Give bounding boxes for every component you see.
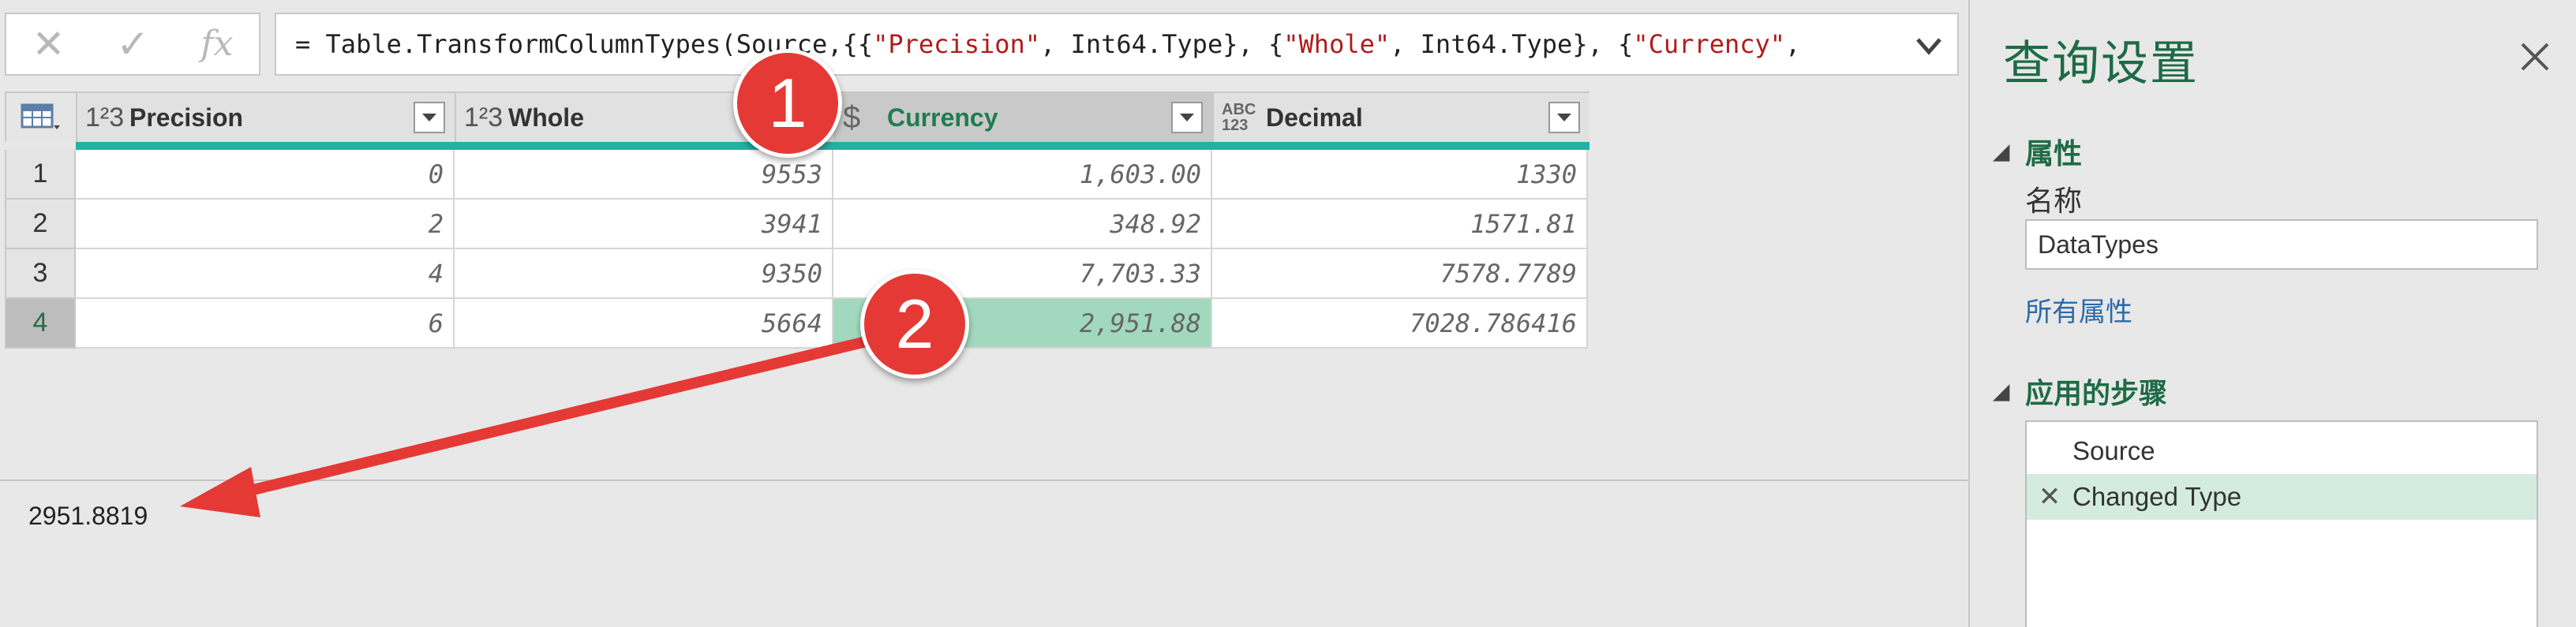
all-properties-link[interactable]: 所有属性 [2025, 290, 2132, 329]
commit-formula-icon[interactable]: ✓ [116, 24, 149, 64]
table-cell[interactable]: 1330 [1212, 150, 1588, 200]
step-source[interactable]: Source [2027, 428, 2537, 474]
table-cell[interactable]: 7578.7789 [1212, 249, 1588, 299]
cancel-formula-icon[interactable]: ✕ [32, 24, 66, 64]
table-cell[interactable]: 2 [76, 200, 455, 249]
table-cell[interactable]: 5664 [455, 299, 833, 349]
column-filter-button[interactable] [1548, 102, 1580, 133]
applied-steps-list: Source ✕ Changed Type [2025, 420, 2538, 627]
formula-bar-buttons: ✕ ✓ fx [5, 13, 260, 76]
step-label: Source [2072, 436, 2155, 465]
collapse-triangle-icon[interactable]: ◢ [1994, 140, 2009, 164]
table-row: 3 4 9350 7,703.33 7578.7789 [5, 249, 1589, 299]
formula-string-token: "Whole" [1283, 29, 1391, 59]
name-label: 名称 [2025, 185, 2083, 217]
row-number[interactable]: 1 [5, 150, 76, 200]
table-cell[interactable]: 4 [76, 249, 455, 299]
row-number[interactable]: 4 [5, 299, 76, 349]
callout-badge-1: 1 [733, 49, 842, 158]
dropdown-arrow-icon [1180, 114, 1194, 121]
close-icon[interactable] [2514, 36, 2555, 77]
dropdown-arrow-icon [422, 114, 436, 121]
table-row: 4 6 5664 2,951.88 7028.786416 [5, 299, 1589, 349]
chevron-down-icon[interactable] [1913, 32, 1945, 60]
formula-string-token: "Precision" [873, 29, 1041, 59]
formula-string-token: "Currency" [1633, 29, 1786, 59]
table-row: 2 2 3941 348.92 1571.81 [5, 200, 1589, 249]
column-header-currency[interactable]: $ Currency [835, 93, 1214, 142]
column-filter-button[interactable] [414, 102, 445, 133]
formula-input[interactable]: = Table.TransformColumnTypes(Source,{{"P… [275, 13, 1959, 76]
step-label: Changed Type [2072, 482, 2242, 511]
formula-code-token: , Int64.Type}, { [1040, 29, 1284, 59]
column-name: Decimal [1266, 103, 1363, 132]
table-cell[interactable]: 0 [76, 150, 455, 200]
formula-code-token: , [1785, 29, 1801, 59]
any-type-icon[interactable]: ABC 123 [1222, 102, 1266, 133]
applied-steps-section-header[interactable]: ◢ 应用的步骤 [1994, 371, 2167, 412]
column-header-precision[interactable]: 1²3 Precision [77, 93, 456, 142]
table-cell[interactable]: 6 [76, 299, 455, 349]
fx-icon[interactable]: fx [200, 27, 233, 62]
properties-section-header[interactable]: ◢ 属性 [1994, 131, 2082, 172]
table-icon [21, 103, 60, 129]
collapse-triangle-icon[interactable]: ◢ [1994, 379, 2009, 404]
pane-title: 查询设置 [2003, 37, 2199, 90]
table-cell[interactable]: 1,603.00 [833, 150, 1212, 200]
row-number[interactable]: 2 [5, 200, 76, 249]
properties-label: 属性 [2025, 137, 2083, 170]
table-row: 1 0 9553 1,603.00 1330 [5, 150, 1589, 200]
table-cell[interactable]: 9553 [455, 150, 833, 200]
dropdown-arrow-icon [1557, 114, 1571, 121]
table-cell[interactable]: 348.92 [833, 200, 1212, 249]
table-menu-button[interactable] [6, 93, 77, 142]
applied-steps-label: 应用的步骤 [2025, 377, 2168, 409]
table-cell[interactable]: 7028.786416 [1212, 299, 1588, 349]
preview-divider [0, 480, 1968, 481]
formula-code-token: , Int64.Type}, { [1390, 29, 1634, 59]
query-settings-pane: 查询设置 ◢ 属性 名称 DataTypes 所有属性 ◢ 应用的步骤 Sour… [1970, 0, 2576, 627]
whole-number-type-icon[interactable]: 1²3 [464, 103, 508, 133]
table-cell[interactable]: 9350 [455, 249, 833, 299]
cell-preview-value: 2951.8819 [28, 502, 148, 530]
whole-number-type-icon[interactable]: 1²3 [85, 103, 129, 133]
step-changed-type[interactable]: ✕ Changed Type [2027, 474, 2537, 520]
delete-step-icon[interactable]: ✕ [2027, 481, 2072, 513]
callout-badge-2: 2 [860, 270, 969, 379]
currency-type-icon[interactable]: $ [843, 100, 887, 136]
table-cell[interactable]: 1571.81 [1212, 200, 1588, 249]
query-name-input[interactable]: DataTypes [2025, 219, 2538, 270]
row-number[interactable]: 3 [5, 249, 76, 299]
column-header-decimal[interactable]: ABC 123 Decimal [1214, 93, 1589, 142]
column-filter-button[interactable] [1171, 102, 1203, 133]
table-cell[interactable]: 3941 [455, 200, 833, 249]
column-name: Currency [887, 103, 998, 132]
column-quality-bar [76, 142, 1589, 150]
column-name: Precision [129, 103, 244, 132]
